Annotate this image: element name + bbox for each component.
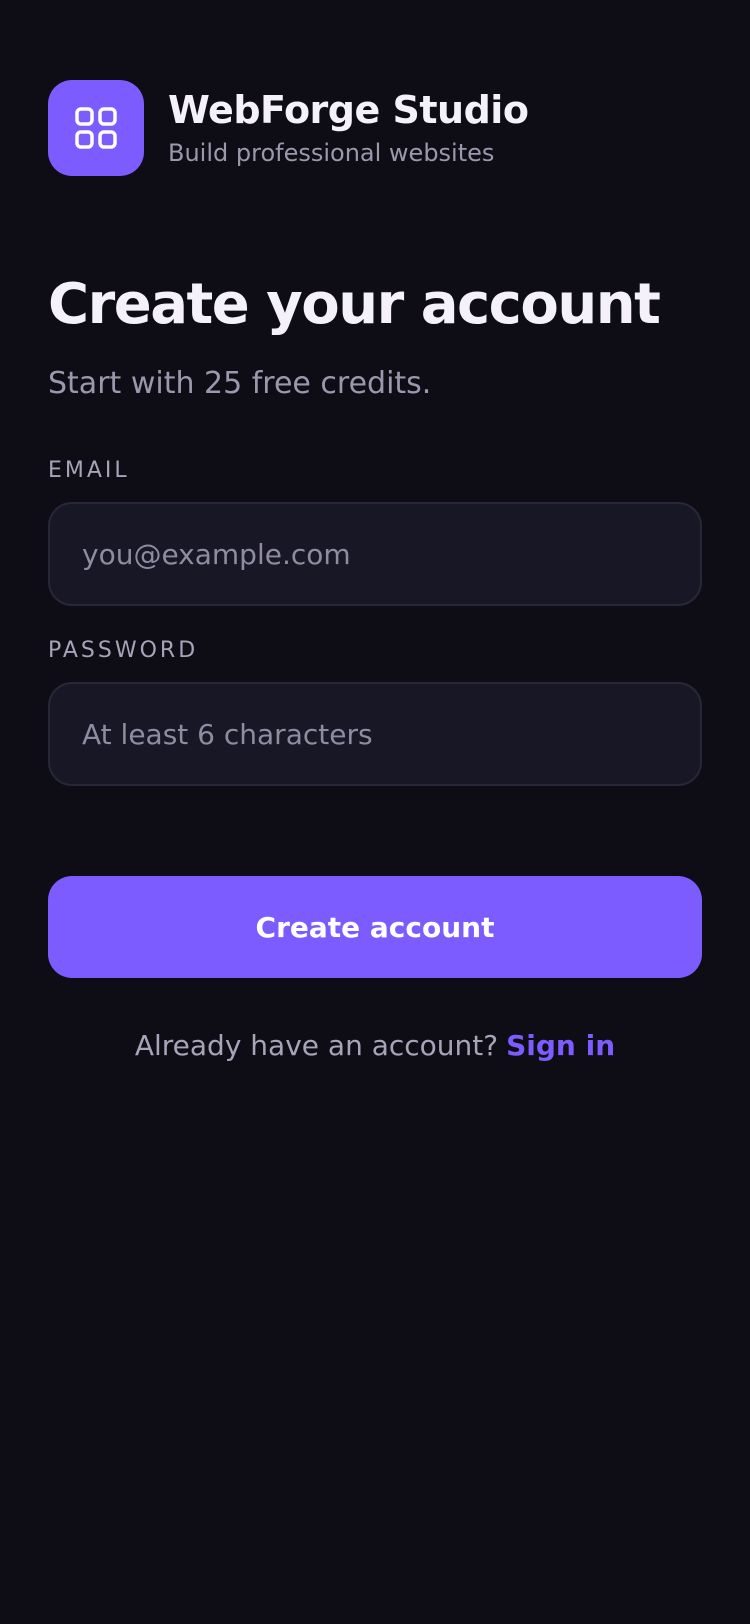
sign-in-link[interactable]: Sign in [506, 1029, 615, 1062]
page-subtitle: Start with 25 free credits. [48, 366, 432, 401]
brand-name: WebForge Studio [168, 88, 529, 132]
password-field[interactable] [48, 682, 702, 786]
brand-header: WebForge Studio Build professional websi… [48, 80, 529, 176]
brand-tagline: Build professional websites [168, 139, 495, 167]
signup-page: WebForge Studio Build professional websi… [0, 0, 750, 1624]
password-label: PASSWORD [48, 638, 199, 663]
page-title: Create your account [48, 272, 661, 337]
app-logo [48, 80, 144, 176]
grid-icon [75, 107, 117, 149]
email-label: EMAIL [48, 458, 130, 483]
email-field[interactable] [48, 502, 702, 606]
signin-prompt-text: Already have an account? [134, 1029, 499, 1062]
signin-prompt: Already have an account? Sign in [48, 1024, 702, 1068]
create-account-button[interactable]: Create account [48, 876, 702, 978]
brand-text: WebForge Studio Build professional websi… [168, 87, 529, 169]
